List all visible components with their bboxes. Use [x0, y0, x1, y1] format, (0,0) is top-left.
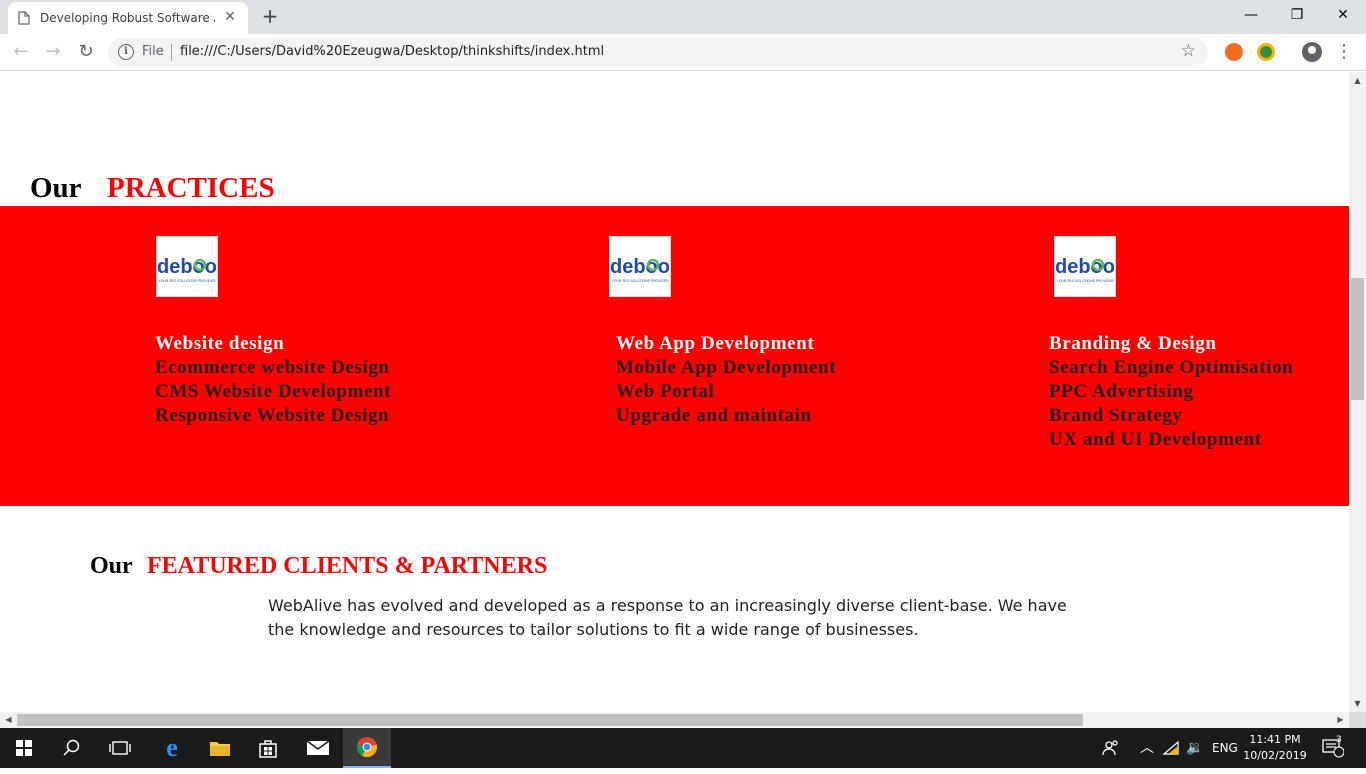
site-info-icon[interactable]: i: [118, 44, 134, 60]
scroll-right-arrow-icon[interactable]: ▶: [1332, 712, 1349, 728]
clock-time: 11:41 PM: [1249, 733, 1301, 746]
vertical-scrollbar[interactable]: ▲ ▼: [1349, 72, 1366, 712]
practice-item[interactable]: Mobile App Development: [616, 356, 836, 380]
task-view-button[interactable]: [96, 728, 144, 768]
close-window-button[interactable]: ✕: [1320, 0, 1366, 30]
practice-item[interactable]: CMS Website Development: [155, 380, 391, 404]
system-clock[interactable]: 11:41 PM 10/02/2019: [1240, 732, 1310, 764]
store-button[interactable]: [244, 728, 292, 768]
practice-item[interactable]: PPC Advertising: [1049, 380, 1293, 404]
practice-logo-1: deboo YOUR SEO SOLUTIONS PROVIDER: [156, 236, 218, 297]
minimize-button[interactable]: —: [1228, 0, 1274, 30]
address-divider: [171, 44, 172, 61]
url-text[interactable]: file:///C:/Users/David%20Ezeugwa/Desktop…: [180, 44, 604, 59]
search-icon: [63, 739, 80, 756]
restore-button[interactable]: ❐: [1274, 0, 1320, 30]
clock-date: 10/02/2019: [1243, 749, 1307, 762]
extension-icon-orange[interactable]: [1225, 43, 1243, 61]
volume-icon[interactable]: 🔉: [1186, 728, 1203, 768]
practice-item[interactable]: Web App Development: [616, 332, 836, 356]
logo-wordmark: deboo: [1055, 256, 1115, 278]
logo-tagline: YOUR SEO SOLUTIONS PROVIDER: [1056, 279, 1114, 283]
edge-button[interactable]: e: [148, 728, 196, 768]
scheme-label: File: [142, 44, 164, 59]
windows-logo-icon: [16, 740, 32, 756]
browser-toolbar: ← → ↻ i File file:///C:/Users/David%20Ez…: [0, 34, 1366, 71]
task-view-icon: [109, 741, 131, 755]
edge-icon: e: [166, 733, 178, 762]
forward-button[interactable]: →: [41, 40, 65, 64]
extension-icon-globe[interactable]: [1257, 43, 1275, 61]
scroll-left-arrow-icon[interactable]: ◀: [0, 712, 17, 728]
practice-item[interactable]: Ecommerce website Design: [155, 356, 391, 380]
page-content: Our PRACTICES deboo YOUR SEO SOLUTIONS P…: [0, 72, 1349, 712]
start-button[interactable]: [0, 728, 48, 768]
wifi-icon[interactable]: [1162, 728, 1180, 768]
reload-button[interactable]: ↻: [74, 40, 98, 64]
chrome-taskbar-button[interactable]: [343, 728, 391, 768]
profile-avatar-icon[interactable]: [1302, 42, 1322, 62]
practice-logo-3: deboo YOUR SEO SOLUTIONS PROVIDER: [1054, 236, 1116, 297]
action-center-icon[interactable]: 3: [1322, 728, 1345, 768]
browser-tab[interactable]: Developing Robust Software App ✕: [8, 2, 248, 34]
bookmark-star-icon[interactable]: ☆: [1181, 41, 1196, 61]
practice-column-3: Branding & Design Search Engine Optimisa…: [1049, 332, 1293, 452]
practice-item[interactable]: UX and UI Development: [1049, 428, 1293, 452]
scroll-up-arrow-icon[interactable]: ▲: [1349, 72, 1366, 89]
windows-taskbar: e ︿ 🔉 ENG 11:41 PM 10/02/2019 3: [0, 728, 1366, 768]
mail-button[interactable]: [294, 728, 342, 768]
chrome-menu-icon[interactable]: ⋮: [1335, 40, 1353, 64]
people-icon[interactable]: [1102, 728, 1120, 768]
practices-heading-prefix: Our: [30, 172, 82, 204]
scroll-down-arrow-icon[interactable]: ▼: [1349, 695, 1366, 712]
chrome-icon: [356, 737, 378, 758]
practice-item[interactable]: Responsive Website Design: [155, 404, 391, 428]
practice-item[interactable]: Website design: [155, 332, 391, 356]
horizontal-scrollbar[interactable]: ◀ ▶: [0, 712, 1349, 728]
clients-heading: FEATURED CLIENTS & PARTNERS: [147, 553, 548, 579]
show-hidden-icons-chevron-icon[interactable]: ︿: [1140, 728, 1154, 768]
logo-tagline: YOUR SEO SOLUTIONS PROVIDER: [158, 279, 216, 283]
page-icon: [18, 11, 30, 25]
practice-column-2: Web App Development Mobile App Developme…: [616, 332, 836, 428]
tab-close-icon[interactable]: ✕: [222, 9, 238, 25]
practice-logo-2: deboo YOUR SEO SOLUTIONS PROVIDER: [609, 236, 671, 297]
new-tab-button[interactable]: +: [258, 5, 282, 29]
practices-band: deboo YOUR SEO SOLUTIONS PROVIDER deboo …: [0, 206, 1349, 506]
practice-item[interactable]: Branding & Design: [1049, 332, 1293, 356]
practice-item[interactable]: Web Portal: [616, 380, 836, 404]
folder-icon: [210, 742, 230, 756]
practice-item[interactable]: Search Engine Optimisation: [1049, 356, 1293, 380]
search-button[interactable]: [48, 728, 96, 768]
scrollbar-corner: [1349, 712, 1366, 728]
logo-tagline: YOUR SEO SOLUTIONS PROVIDER: [611, 279, 669, 283]
practice-item[interactable]: Brand Strategy: [1049, 404, 1293, 428]
vertical-scroll-thumb[interactable]: [1351, 278, 1364, 400]
logo-wordmark: deboo: [610, 256, 670, 278]
practice-column-1: Website design Ecommerce website Design …: [155, 332, 391, 428]
language-indicator[interactable]: ENG: [1212, 728, 1238, 768]
back-button[interactable]: ←: [9, 40, 33, 64]
clients-heading-prefix: Our: [90, 553, 133, 579]
mail-icon: [306, 740, 330, 755]
tab-title: Developing Robust Software App: [40, 11, 215, 25]
address-bar[interactable]: i File file:///C:/Users/David%20Ezeugwa/…: [108, 38, 1208, 67]
practices-heading: PRACTICES: [107, 172, 275, 204]
store-bag-icon: [259, 740, 277, 758]
tab-strip: Developing Robust Software App ✕ + — ❐ ✕: [0, 0, 1366, 34]
horizontal-scroll-thumb[interactable]: [17, 714, 1083, 726]
clients-description: WebAlive has evolved and developed as a …: [268, 596, 1067, 639]
logo-wordmark: deboo: [157, 256, 217, 278]
practice-item[interactable]: Upgrade and maintain: [616, 404, 836, 428]
notification-count-badge: 3: [1336, 735, 1342, 745]
file-explorer-button[interactable]: [196, 728, 244, 768]
